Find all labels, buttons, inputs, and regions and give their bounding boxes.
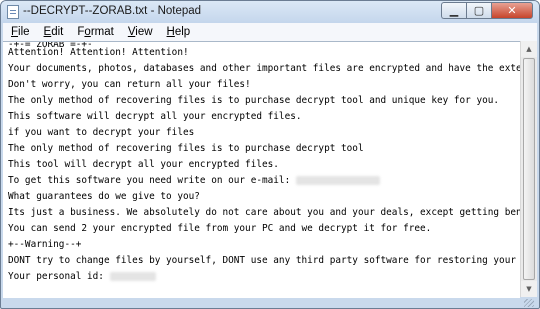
text-editor[interactable]: -+-= ZORAB =-+- Attention! Attention! At… <box>3 41 520 298</box>
text-line: You can send 2 your encrypted file from … <box>8 223 432 234</box>
email-line: To get this software you need write on o… <box>8 175 380 187</box>
text-line: This software will decrypt all your encr… <box>8 111 302 122</box>
maximize-button[interactable]: ▢ <box>466 2 491 19</box>
scroll-down-arrow-icon[interactable]: ▼ <box>521 281 537 297</box>
menu-edit-label: dit <box>51 26 64 38</box>
redacted-personal-id <box>109 272 156 281</box>
status-strip <box>3 298 537 308</box>
menu-format[interactable]: Format <box>69 26 119 38</box>
text-line: What guarantees do we give to you? <box>8 191 200 202</box>
text-line: Its just a business. We absolutely do no… <box>8 207 520 218</box>
menu-file-label: ile <box>18 26 30 38</box>
resize-grip-icon[interactable] <box>524 299 534 307</box>
menu-format-label: rmat <box>90 26 114 38</box>
text-line: This tool will decrypt all your encrypte… <box>8 159 279 170</box>
menu-bar: File Edit Format View Help <box>3 23 537 41</box>
close-button[interactable]: ✕ <box>491 2 533 19</box>
text-line: The only method of recovering files is t… <box>8 143 364 154</box>
redacted-email <box>295 176 380 185</box>
scroll-up-arrow-icon[interactable]: ▲ <box>521 41 537 57</box>
notepad-window: --DECRYPT--ZORAB.txt - Notepad ▁ ▢ ✕ Fil… <box>0 0 540 309</box>
minimize-button[interactable]: ▁ <box>441 2 466 19</box>
menu-help-label: elp <box>174 26 191 38</box>
title-bar[interactable]: --DECRYPT--ZORAB.txt - Notepad ▁ ▢ ✕ <box>1 1 539 23</box>
vertical-scrollbar[interactable]: ▲ ▼ <box>520 41 537 297</box>
text-line: DONT try to change files by yourself, DO… <box>8 255 520 266</box>
menu-help[interactable]: Help <box>159 26 197 38</box>
menu-view-label: iew <box>135 26 153 38</box>
menu-file[interactable]: File <box>3 26 36 38</box>
text-line: Your documents, photos, databases and ot… <box>8 63 520 74</box>
personal-id-label: Your personal id: <box>8 271 110 282</box>
caption-buttons: ▁ ▢ ✕ <box>441 2 533 19</box>
notepad-icon[interactable] <box>7 5 19 19</box>
scroll-thumb[interactable] <box>523 58 535 280</box>
menu-help-accel: H <box>166 26 175 38</box>
text-line: Don't worry, you can return all your fil… <box>8 79 251 90</box>
text-line: Attention! Attention! Attention! <box>8 47 189 58</box>
menu-edit[interactable]: Edit <box>36 26 70 38</box>
text-line: if you want to decrypt your files <box>8 127 195 138</box>
text-line: The only method of recovering files is t… <box>8 95 500 106</box>
menu-view[interactable]: View <box>120 26 159 38</box>
window-title: --DECRYPT--ZORAB.txt - Notepad <box>23 5 202 17</box>
personal-id-line: Your personal id: <box>8 271 156 283</box>
email-prompt-text: To get this software you need write on o… <box>8 175 296 186</box>
menu-file-accel: F <box>11 26 19 38</box>
text-line: +--Warning--+ <box>8 239 82 250</box>
